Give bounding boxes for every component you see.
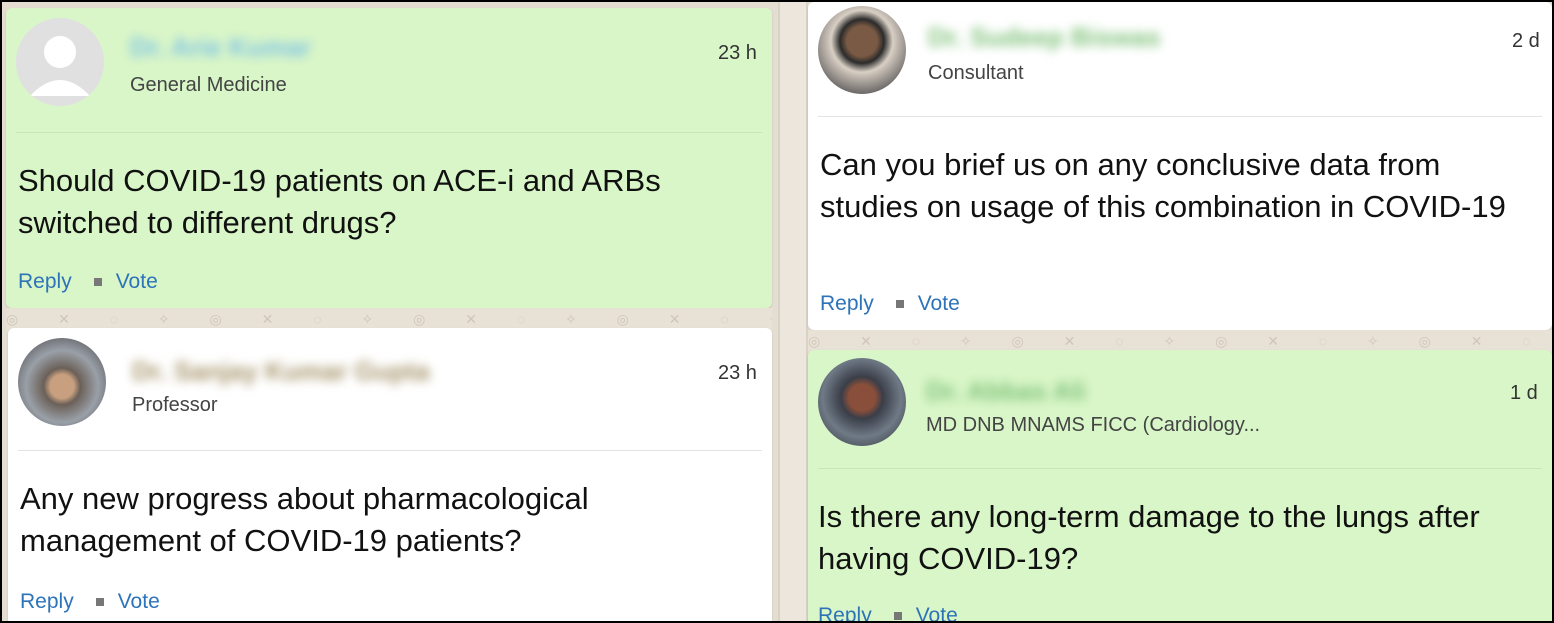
vote-link[interactable]: Vote xyxy=(118,590,160,614)
square-dot-icon xyxy=(893,612,902,620)
post-time: 23 h xyxy=(718,42,757,64)
square-dot-icon xyxy=(95,598,104,606)
vote-link[interactable]: Vote xyxy=(116,270,158,294)
post-time: 2 d xyxy=(1512,30,1540,52)
author-role: Professor xyxy=(132,394,218,416)
vote-link[interactable]: Vote xyxy=(918,292,960,316)
question-text[interactable]: Should COVID-19 patients on ACE-i and AR… xyxy=(18,160,758,244)
avatar-photo[interactable] xyxy=(818,358,906,446)
header-separator xyxy=(16,132,762,133)
reply-link[interactable]: Reply xyxy=(820,292,874,316)
avatar-photo[interactable] xyxy=(18,338,106,426)
header-separator xyxy=(818,116,1542,117)
post-card: Dr. Arie Kumar General Medicine 23 h Sho… xyxy=(6,8,772,308)
question-text[interactable]: Is there any long-term damage to the lun… xyxy=(818,496,1538,580)
author-role: General Medicine xyxy=(130,74,287,96)
header-separator xyxy=(818,468,1542,469)
author-name[interactable]: Dr. Sanjay Kumar Gupta xyxy=(132,356,430,387)
post-actions: Reply Vote xyxy=(20,590,160,614)
header-separator xyxy=(18,450,762,451)
chat-background-pattern: ◎ ✕ ◌ ✧ ◎ ✕ ◌ ✧ ◎ ✕ ◌ ✧ ◎ ✕ ◌ ✧ xyxy=(808,330,1552,352)
square-dot-icon xyxy=(895,300,904,308)
post-card: Dr. Sudeep Biswas Consultant 2 d Can you… xyxy=(808,2,1552,330)
post-card: Dr. Sanjay Kumar Gupta Professor 23 h An… xyxy=(8,328,772,621)
avatar-placeholder-icon[interactable] xyxy=(16,18,104,106)
post-actions: Reply Vote xyxy=(820,292,960,316)
author-role: MD DNB MNAMS FICC (Cardiology... xyxy=(926,414,1261,436)
square-dot-icon xyxy=(93,278,102,286)
avatar-photo[interactable] xyxy=(818,6,906,94)
reply-link[interactable]: Reply xyxy=(20,590,74,614)
vote-link[interactable]: Vote xyxy=(916,604,958,621)
column-divider xyxy=(778,2,808,621)
post-actions: Reply Vote xyxy=(18,270,158,294)
chat-background-pattern: ◎ ✕ ◌ ✧ ◎ ✕ ◌ ✧ ◎ ✕ ◌ ✧ ◎ ✕ ◌ ✧ ◎ ✕ xyxy=(6,308,772,330)
reply-link[interactable]: Reply xyxy=(18,270,72,294)
post-time: 23 h xyxy=(718,362,757,384)
author-name[interactable]: Dr. Arie Kumar xyxy=(130,32,311,63)
screenshot-frame: Dr. Arie Kumar General Medicine 23 h Sho… xyxy=(0,0,1554,623)
question-text[interactable]: Can you brief us on any conclusive data … xyxy=(820,144,1540,228)
reply-link[interactable]: Reply xyxy=(818,604,872,621)
author-role: Consultant xyxy=(928,62,1024,84)
post-actions: Reply Vote xyxy=(818,604,958,621)
post-time: 1 d xyxy=(1510,382,1538,404)
question-text[interactable]: Any new progress about pharmacological m… xyxy=(20,478,760,562)
author-name[interactable]: Dr. Sudeep Biswas xyxy=(928,22,1161,53)
post-card: Dr. Abbas Ali MD DNB MNAMS FICC (Cardiol… xyxy=(808,350,1552,621)
author-name[interactable]: Dr. Abbas Ali xyxy=(926,376,1086,407)
